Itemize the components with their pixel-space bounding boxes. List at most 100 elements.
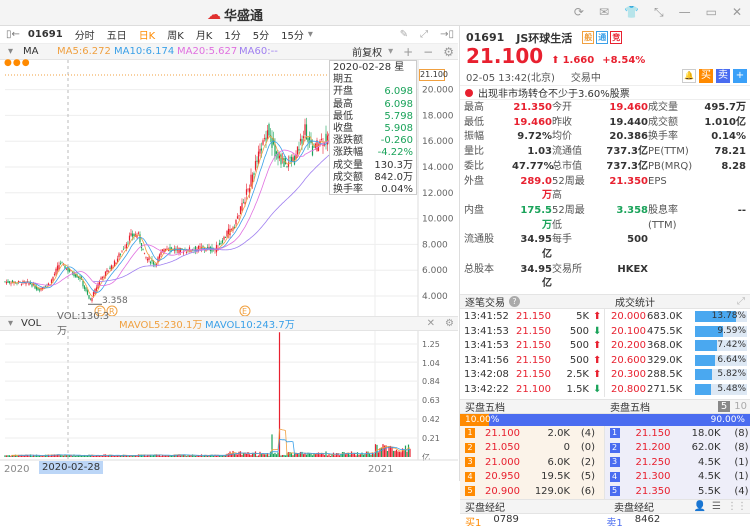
sidebar-toggle-icon[interactable]: ▯←	[6, 29, 20, 40]
ask-book: 121.15018.0K(8)221.20062.0K(8)321.2504.5…	[605, 426, 750, 499]
volume-bar	[396, 450, 397, 457]
tab-weekly-k[interactable]: 周K	[167, 27, 184, 42]
candle-body	[142, 249, 143, 250]
candle-body	[238, 215, 239, 216]
volstat-bar: 13.78%	[695, 311, 747, 322]
tab-daily-k[interactable]: 日K	[139, 27, 156, 42]
plus-icon[interactable]: +	[403, 45, 413, 59]
pencil-icon[interactable]: ✎	[400, 29, 408, 40]
mail-icon[interactable]: ✉	[599, 5, 609, 20]
tab-5day[interactable]: 五日	[107, 27, 127, 42]
date-cursor-label: 2020-02-28	[39, 461, 103, 474]
add-watchlist-button[interactable]: +	[733, 69, 747, 83]
price-axis-label: 12.000	[422, 189, 454, 199]
bid-level-row[interactable]: 221.0500(0)	[460, 440, 604, 455]
candle-body	[207, 247, 208, 248]
gear-icon[interactable]: ⚙	[445, 318, 454, 329]
ma20-value: MA20:5.627	[177, 46, 239, 57]
tab-15min[interactable]: 15分	[281, 27, 304, 42]
volume-bar	[271, 434, 272, 457]
volstat-row: 20.100475.5K9.59%	[605, 324, 750, 339]
ask-level-row[interactable]: 421.3004.5K(1)	[605, 469, 750, 484]
level-badge: 1	[610, 428, 620, 438]
bell-icon[interactable]: 🔔	[682, 69, 696, 83]
tab-5min[interactable]: 5分	[253, 27, 269, 42]
volume-bar	[7, 455, 8, 457]
chevron-down-icon[interactable]: ▾	[308, 29, 313, 40]
candle-body	[246, 189, 247, 195]
level-badge: 3	[465, 457, 475, 467]
volume-bar	[285, 455, 286, 457]
tab-1min[interactable]: 1分	[224, 27, 240, 42]
minus-icon[interactable]: −	[423, 45, 433, 59]
volume-bar	[81, 456, 82, 457]
tab-monthly-k[interactable]: 月K	[196, 27, 213, 42]
bid-level-row[interactable]: 121.1002.0K(4)	[460, 426, 604, 441]
help-icon[interactable]: ?	[509, 296, 520, 307]
expand-icon[interactable]: ⤢	[737, 296, 745, 307]
volume-bar	[24, 456, 25, 457]
close-icon[interactable]: ✕	[427, 318, 435, 329]
notice-bar[interactable]: 出现非市场转仓不少于3.60%股票	[460, 85, 750, 100]
bid-level-row[interactable]: 321.0006.0K(2)	[460, 455, 604, 470]
more-dots-icon[interactable]: ●●●	[4, 58, 31, 68]
volume-bar	[393, 451, 394, 457]
list-icon[interactable]: ☰	[712, 501, 721, 512]
volume-bar	[259, 452, 260, 457]
chevron-down-icon[interactable]: ▾	[388, 46, 393, 57]
shirt-icon[interactable]: 👕	[624, 5, 639, 20]
ask-level-row[interactable]: 221.20062.0K(8)	[605, 440, 750, 455]
ask-level-row[interactable]: 521.3505.5K(4)	[605, 484, 750, 499]
volume-bar	[234, 454, 235, 457]
ask-level-row[interactable]: 121.15018.0K(8)	[605, 426, 750, 441]
maximize-icon[interactable]: ▭	[706, 5, 717, 20]
minimize-icon[interactable]: —	[679, 5, 691, 20]
candle-body	[178, 248, 179, 253]
buy-button[interactable]: 买	[699, 69, 713, 83]
badge-stock: 般	[582, 31, 594, 44]
chevron-down-icon[interactable]: ▾	[8, 46, 13, 57]
candle-body	[205, 250, 206, 251]
volstat-row: 20.800271.5K5.48%	[605, 382, 750, 397]
stat-label: 最低	[464, 116, 512, 131]
close-icon[interactable]: ✕	[732, 5, 742, 20]
volume-bar	[334, 455, 335, 457]
bid-level-row[interactable]: 520.900129.0K(6)	[460, 484, 604, 499]
volume-bar	[312, 455, 313, 457]
level-volume: 62.0K	[676, 442, 721, 453]
level5-button[interactable]: 5	[718, 401, 730, 412]
volume-bar	[382, 444, 383, 457]
refresh-icon[interactable]: ⟳	[574, 5, 584, 20]
stat-label: PE(TTM)	[648, 145, 698, 160]
tooltip-row: 成交量130.3万	[333, 160, 413, 172]
tick-volume: 2.5K	[556, 369, 589, 380]
ask-level-row[interactable]: 321.2504.5K(1)	[605, 455, 750, 470]
candle-tooltip: 2020-02-28 星期五 开盘6.098 最高6.098 最低5.798 收…	[329, 60, 417, 195]
volume-bar	[142, 456, 143, 457]
tab-intraday[interactable]: 分时	[75, 27, 95, 42]
sell-button[interactable]: 卖	[716, 69, 730, 83]
level10-button[interactable]: 10	[734, 401, 747, 412]
gear-icon[interactable]: ⚙	[443, 45, 454, 59]
stock-code: 01691	[28, 29, 63, 40]
candle-body	[126, 244, 127, 248]
candle-body	[21, 284, 22, 285]
volume-bar	[243, 453, 244, 457]
bid-level-row[interactable]: 420.95019.5K(5)	[460, 469, 604, 484]
price-axis-label: 16.000	[422, 137, 454, 147]
candle-body	[66, 269, 67, 270]
volstat-pct: 9.59%	[717, 326, 746, 337]
volume-bar	[213, 456, 214, 457]
collapse-icon[interactable]: ⤡	[654, 5, 664, 20]
volume-bar	[58, 455, 59, 457]
grid-icon[interactable]: ⋮⋮	[727, 501, 747, 512]
person-icon[interactable]: 👤	[694, 501, 706, 512]
candle-body	[268, 124, 269, 135]
stat-value: 19.460	[594, 101, 648, 116]
candle-body	[124, 248, 125, 249]
adjust-select[interactable]: 前复权	[352, 44, 382, 59]
fullscreen-icon[interactable]: ⤢	[420, 29, 428, 40]
dock-icon[interactable]: →▯	[440, 29, 454, 40]
chevron-down-icon[interactable]: ▾	[8, 318, 13, 329]
volume-bar	[328, 455, 329, 457]
